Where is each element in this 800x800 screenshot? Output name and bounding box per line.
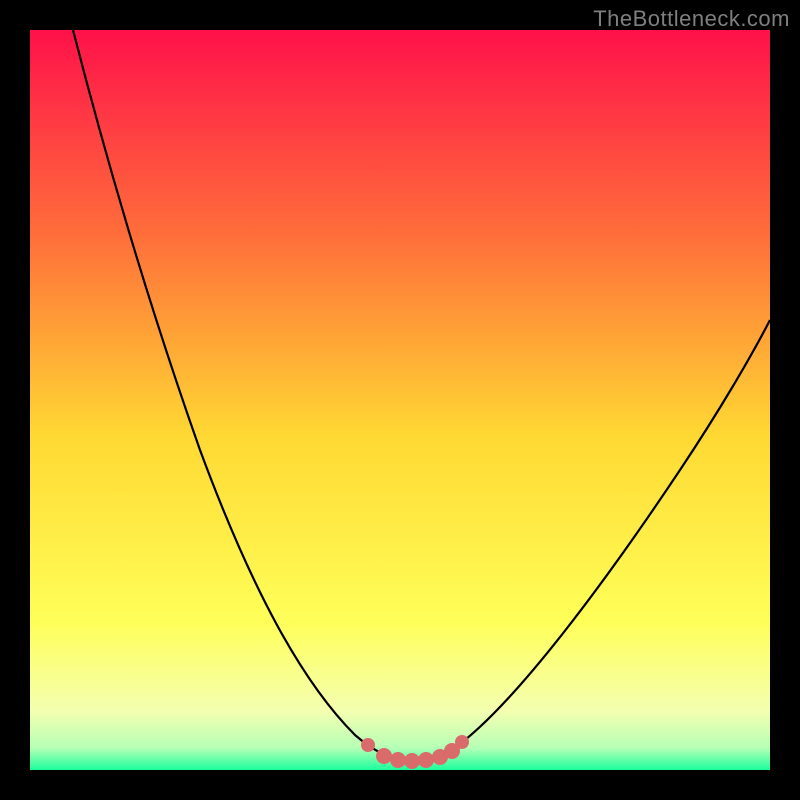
plot-area-gradient <box>30 30 770 770</box>
chart-canvas: TheBottleneck.com <box>0 0 800 800</box>
watermark-text: TheBottleneck.com <box>593 6 790 32</box>
chart-svg <box>0 0 800 800</box>
